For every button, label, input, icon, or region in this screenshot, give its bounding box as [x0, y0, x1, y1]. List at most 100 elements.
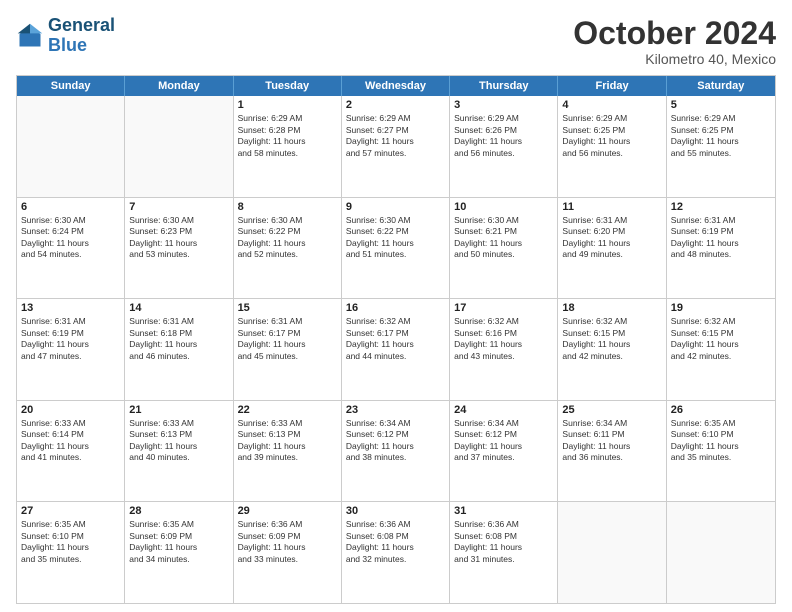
- calendar-week-4: 20 Sunrise: 6:33 AM Sunset: 6:14 PM Dayli…: [17, 401, 775, 503]
- day-number: 25: [562, 404, 661, 416]
- calendar-week-2: 6 Sunrise: 6:30 AM Sunset: 6:24 PM Daylig…: [17, 198, 775, 300]
- day-info: Sunrise: 6:36 AM Sunset: 6:09 PM Dayligh…: [238, 519, 337, 565]
- day-header-thursday: Thursday: [450, 76, 558, 96]
- day-info: Sunrise: 6:35 AM Sunset: 6:09 PM Dayligh…: [129, 519, 228, 565]
- day-info: Sunrise: 6:29 AM Sunset: 6:25 PM Dayligh…: [671, 113, 771, 159]
- day-cell-28: 28 Sunrise: 6:35 AM Sunset: 6:09 PM Dayli…: [125, 502, 233, 603]
- day-info: Sunrise: 6:32 AM Sunset: 6:15 PM Dayligh…: [562, 316, 661, 362]
- day-number: 15: [238, 302, 337, 314]
- day-cell-16: 16Sunrise: 6:32 AM Sunset: 6:17 PM Dayli…: [342, 299, 450, 400]
- title-block: October 2024 Kilometro 40, Mexico: [573, 16, 776, 67]
- day-info: Sunrise: 6:31 AM Sunset: 6:18 PM Dayligh…: [129, 316, 228, 362]
- empty-cell: [558, 502, 666, 603]
- page: General Blue October 2024 Kilometro 40, …: [0, 0, 792, 612]
- day-cell-20: 20 Sunrise: 6:33 AM Sunset: 6:14 PM Dayli…: [17, 401, 125, 502]
- location-subtitle: Kilometro 40, Mexico: [573, 51, 776, 67]
- day-number: 2: [346, 99, 445, 111]
- day-info: Sunrise: 6:30 AM Sunset: 6:22 PM Dayligh…: [346, 215, 445, 261]
- day-number: 17: [454, 302, 553, 314]
- day-header-tuesday: Tuesday: [234, 76, 342, 96]
- day-info: Sunrise: 6:33 AM Sunset: 6:14 PM Dayligh…: [21, 418, 120, 464]
- day-cell-2: 2 Sunrise: 6:29 AM Sunset: 6:27 PM Daylig…: [342, 96, 450, 197]
- day-number: 31: [454, 505, 553, 517]
- day-number: 30: [346, 505, 445, 517]
- day-number: 10: [454, 201, 553, 213]
- day-info: Sunrise: 6:34 AM Sunset: 6:11 PM Dayligh…: [562, 418, 661, 464]
- day-cell-15: 15 Sunrise: 6:31 AM Sunset: 6:17 PM Dayli…: [234, 299, 342, 400]
- logo-line1: General: [48, 15, 115, 35]
- day-number: 21: [129, 404, 228, 416]
- logo: General Blue: [16, 16, 115, 56]
- day-info: Sunrise: 6:29 AM Sunset: 6:25 PM Dayligh…: [562, 113, 661, 159]
- day-info: Sunrise: 6:29 AM Sunset: 6:26 PM Dayligh…: [454, 113, 553, 159]
- logo-line2: Blue: [48, 35, 87, 55]
- logo-icon: [16, 22, 44, 50]
- day-number: 24: [454, 404, 553, 416]
- day-info: Sunrise: 6:34 AM Sunset: 6:12 PM Dayligh…: [346, 418, 445, 464]
- day-info: Sunrise: 6:32 AM Sunset: 6:16 PM Dayligh…: [454, 316, 553, 362]
- day-info: Sunrise: 6:35 AM Sunset: 6:10 PM Dayligh…: [671, 418, 771, 464]
- day-info: Sunrise: 6:29 AM Sunset: 6:28 PM Dayligh…: [238, 113, 337, 159]
- day-info: Sunrise: 6:35 AM Sunset: 6:10 PM Dayligh…: [21, 519, 120, 565]
- day-number: 6: [21, 201, 120, 213]
- day-info: Sunrise: 6:30 AM Sunset: 6:23 PM Dayligh…: [129, 215, 228, 261]
- day-number: 8: [238, 201, 337, 213]
- day-cell-3: 3 Sunrise: 6:29 AM Sunset: 6:26 PM Daylig…: [450, 96, 558, 197]
- calendar: SundayMondayTuesdayWednesdayThursdayFrid…: [16, 75, 776, 604]
- empty-cell: [667, 502, 775, 603]
- month-title: October 2024: [573, 16, 776, 51]
- day-number: 22: [238, 404, 337, 416]
- day-info: Sunrise: 6:32 AM Sunset: 6:17 PM Dayligh…: [346, 316, 445, 362]
- day-info: Sunrise: 6:31 AM Sunset: 6:20 PM Dayligh…: [562, 215, 661, 261]
- day-number: 11: [562, 201, 661, 213]
- day-info: Sunrise: 6:31 AM Sunset: 6:17 PM Dayligh…: [238, 316, 337, 362]
- day-cell-31: 31Sunrise: 6:36 AM Sunset: 6:08 PM Dayli…: [450, 502, 558, 603]
- day-info: Sunrise: 6:29 AM Sunset: 6:27 PM Dayligh…: [346, 113, 445, 159]
- day-info: Sunrise: 6:33 AM Sunset: 6:13 PM Dayligh…: [129, 418, 228, 464]
- day-cell-21: 21 Sunrise: 6:33 AM Sunset: 6:13 PM Dayli…: [125, 401, 233, 502]
- logo-text: General Blue: [48, 16, 115, 56]
- day-cell-10: 10 Sunrise: 6:30 AM Sunset: 6:21 PM Dayli…: [450, 198, 558, 299]
- day-header-sunday: Sunday: [17, 76, 125, 96]
- day-header-friday: Friday: [558, 76, 666, 96]
- day-info: Sunrise: 6:31 AM Sunset: 6:19 PM Dayligh…: [21, 316, 120, 362]
- day-number: 20: [21, 404, 120, 416]
- day-info: Sunrise: 6:30 AM Sunset: 6:24 PM Dayligh…: [21, 215, 120, 261]
- day-cell-8: 8 Sunrise: 6:30 AM Sunset: 6:22 PM Daylig…: [234, 198, 342, 299]
- day-cell-26: 26Sunrise: 6:35 AM Sunset: 6:10 PM Dayli…: [667, 401, 775, 502]
- day-number: 29: [238, 505, 337, 517]
- day-number: 27: [21, 505, 120, 517]
- day-number: 3: [454, 99, 553, 111]
- day-number: 18: [562, 302, 661, 314]
- day-info: Sunrise: 6:32 AM Sunset: 6:15 PM Dayligh…: [671, 316, 771, 362]
- day-number: 5: [671, 99, 771, 111]
- day-number: 28: [129, 505, 228, 517]
- day-cell-22: 22 Sunrise: 6:33 AM Sunset: 6:13 PM Dayli…: [234, 401, 342, 502]
- day-cell-29: 29 Sunrise: 6:36 AM Sunset: 6:09 PM Dayli…: [234, 502, 342, 603]
- day-cell-9: 9 Sunrise: 6:30 AM Sunset: 6:22 PM Daylig…: [342, 198, 450, 299]
- day-cell-30: 30Sunrise: 6:36 AM Sunset: 6:08 PM Dayli…: [342, 502, 450, 603]
- day-info: Sunrise: 6:33 AM Sunset: 6:13 PM Dayligh…: [238, 418, 337, 464]
- day-number: 7: [129, 201, 228, 213]
- day-number: 12: [671, 201, 771, 213]
- day-cell-18: 18 Sunrise: 6:32 AM Sunset: 6:15 PM Dayli…: [558, 299, 666, 400]
- day-cell-23: 23 Sunrise: 6:34 AM Sunset: 6:12 PM Dayli…: [342, 401, 450, 502]
- day-info: Sunrise: 6:30 AM Sunset: 6:21 PM Dayligh…: [454, 215, 553, 261]
- calendar-week-5: 27 Sunrise: 6:35 AM Sunset: 6:10 PM Dayli…: [17, 502, 775, 603]
- day-cell-19: 19 Sunrise: 6:32 AM Sunset: 6:15 PM Dayli…: [667, 299, 775, 400]
- day-cell-13: 13Sunrise: 6:31 AM Sunset: 6:19 PM Dayli…: [17, 299, 125, 400]
- day-number: 4: [562, 99, 661, 111]
- day-info: Sunrise: 6:30 AM Sunset: 6:22 PM Dayligh…: [238, 215, 337, 261]
- day-header-wednesday: Wednesday: [342, 76, 450, 96]
- day-cell-5: 5 Sunrise: 6:29 AM Sunset: 6:25 PM Daylig…: [667, 96, 775, 197]
- day-info: Sunrise: 6:34 AM Sunset: 6:12 PM Dayligh…: [454, 418, 553, 464]
- day-cell-7: 7 Sunrise: 6:30 AM Sunset: 6:23 PM Daylig…: [125, 198, 233, 299]
- day-cell-17: 17 Sunrise: 6:32 AM Sunset: 6:16 PM Dayli…: [450, 299, 558, 400]
- day-number: 19: [671, 302, 771, 314]
- calendar-body: 1Sunrise: 6:29 AM Sunset: 6:28 PM Daylig…: [17, 96, 775, 603]
- day-number: 9: [346, 201, 445, 213]
- day-cell-12: 12Sunrise: 6:31 AM Sunset: 6:19 PM Dayli…: [667, 198, 775, 299]
- day-header-monday: Monday: [125, 76, 233, 96]
- day-cell-11: 11 Sunrise: 6:31 AM Sunset: 6:20 PM Dayli…: [558, 198, 666, 299]
- day-number: 23: [346, 404, 445, 416]
